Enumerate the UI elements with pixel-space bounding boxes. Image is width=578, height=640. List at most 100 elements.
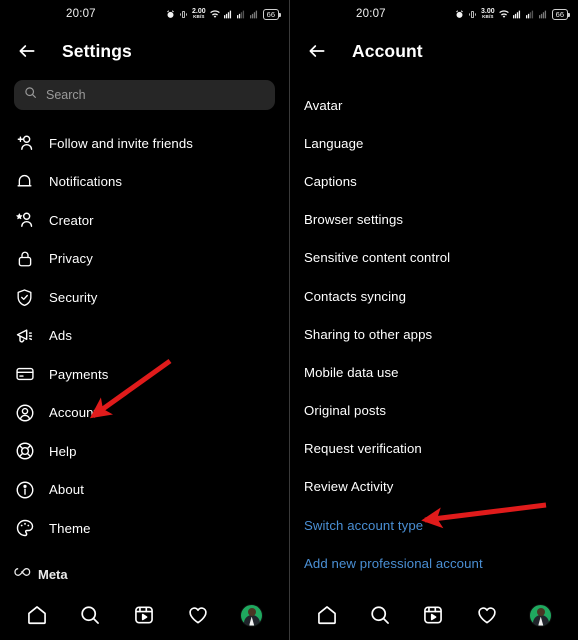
sidebar-item-label: Privacy [49,251,93,267]
sidebar-item-privacy[interactable]: Privacy [0,240,289,279]
nav-home-button[interactable] [316,604,338,626]
sim2-signal-icon [236,10,246,19]
battery-level: 66 [555,9,564,19]
sidebar-item-account[interactable]: Account [0,394,289,433]
account-item-label: Switch account type [304,517,424,533]
account-item-contacts-syncing[interactable]: Contacts syncing [290,277,578,315]
sidebar-item-help[interactable]: Help [0,432,289,471]
account-item-browser-settings[interactable]: Browser settings [290,201,578,239]
shield-check-icon [14,287,35,308]
nav-reels-button[interactable] [422,604,444,626]
account-item-avatar[interactable]: Avatar [290,86,578,124]
sidebar-item-payments[interactable]: Payments [0,355,289,394]
nav-search-button[interactable] [79,604,101,626]
sidebar-item-label: Creator [49,212,94,228]
sidebar-item-label: Help [49,443,77,459]
status-icons: 2.00 KB/S 66 [166,8,281,20]
sidebar-item-label: Follow and invite friends [49,135,193,151]
bottom-nav-left [0,590,289,640]
vibrate-icon [179,10,188,19]
nav-search-button[interactable] [369,604,391,626]
status-icons: 3.00 KB/S 66 [455,8,570,20]
person-star-icon [14,210,35,231]
lifebuoy-icon [14,441,35,462]
sidebar-item-label: Account [49,405,98,421]
sim3-signal-icon [538,10,548,19]
alarm-icon [166,9,175,19]
account-item-label: Captions [304,173,357,189]
nav-activity-button[interactable] [476,604,498,626]
status-time: 20:07 [356,8,386,20]
account-menu-list: Avatar Language Captions Browser setting… [290,86,578,582]
credit-card-icon [14,364,35,385]
meta-infinity-icon [14,565,32,583]
nav-activity-button[interactable] [187,604,209,626]
avatar-head [536,607,545,616]
sim1-signal-icon [223,10,233,19]
account-item-label: Sensitive content control [304,250,451,266]
sidebar-item-label: Ads [49,328,73,344]
account-item-label: Original posts [304,403,387,419]
sidebar-item-security[interactable]: Security [0,278,289,317]
avatar [240,603,264,627]
battery-icon: 66 [262,8,281,20]
sidebar-item-label: Notifications [49,174,123,190]
sidebar-item-label: Security [49,289,98,305]
vibrate-icon [468,10,477,19]
account-item-label: Contacts syncing [304,288,407,304]
nav-profile-button[interactable] [529,603,553,627]
back-button-account[interactable] [302,36,332,66]
account-item-add-new-professional-account[interactable]: Add new professional account [290,544,578,582]
nav-profile-button[interactable] [240,603,264,627]
status-bar-right: 20:07 3.00 KB/S 66 [290,0,578,28]
meta-label: Meta [38,566,68,582]
battery-icon: 66 [551,8,570,20]
alarm-icon [455,9,464,19]
account-item-switch-account-type[interactable]: Switch account type [290,506,578,544]
sidebar-item-ads[interactable]: Ads [0,317,289,356]
data-speed-indicator: 3.00 KB/S [481,8,495,20]
sidebar-item-theme[interactable]: Theme [0,509,289,548]
account-item-review-activity[interactable]: Review Activity [290,468,578,506]
dual-screenshot-container: 20:07 2.00 KB/S 66 Settings Search Follo… [0,0,578,640]
search-placeholder: Search [46,88,86,102]
app-bar-account: Account [290,28,578,74]
sidebar-item-about[interactable]: About [0,471,289,510]
status-bar-left: 20:07 2.00 KB/S 66 [0,0,289,28]
account-item-original-posts[interactable]: Original posts [290,392,578,430]
bottom-nav-right [290,590,578,640]
back-button-settings[interactable] [12,36,42,66]
account-item-sharing-to-other-apps[interactable]: Sharing to other apps [290,315,578,353]
account-item-mobile-data-use[interactable]: Mobile data use [290,353,578,391]
account-item-label: Request verification [304,441,422,457]
status-time: 20:07 [66,8,96,20]
sim3-signal-icon [249,10,259,19]
account-item-label: Sharing to other apps [304,326,433,342]
megaphone-icon [14,325,35,346]
search-input[interactable]: Search [14,80,275,110]
settings-screen: 20:07 2.00 KB/S 66 Settings Search Follo… [0,0,289,640]
account-item-label: Avatar [304,97,343,113]
search-icon [24,86,37,104]
account-item-label: Language [304,135,364,151]
nav-reels-button[interactable] [133,604,155,626]
account-item-language[interactable]: Language [290,124,578,162]
palette-icon [14,518,35,539]
sidebar-item-notifications[interactable]: Notifications [0,163,289,202]
person-add-icon [14,133,35,154]
info-circle-icon [14,479,35,500]
sidebar-item-creator[interactable]: Creator [0,201,289,240]
account-screen: 20:07 3.00 KB/S 66 Account Avatar Langua… [289,0,578,640]
settings-menu-list: Follow and invite friends Notifications [0,124,289,548]
sidebar-item-label: Theme [49,520,91,536]
account-item-sensitive-content-control[interactable]: Sensitive content control [290,239,578,277]
account-item-captions[interactable]: Captions [290,162,578,200]
account-item-request-verification[interactable]: Request verification [290,430,578,468]
avatar [529,603,553,627]
lock-icon [14,248,35,269]
app-bar-settings: Settings [0,28,289,74]
nav-home-button[interactable] [26,604,48,626]
account-item-label: Review Activity [304,479,394,495]
sidebar-item-follow-and-invite-friends[interactable]: Follow and invite friends [0,124,289,163]
page-title-settings: Settings [62,40,132,61]
